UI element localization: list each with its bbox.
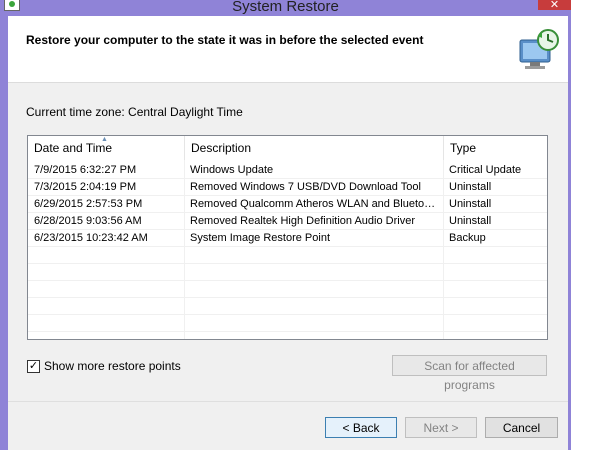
row-description: Removed Qualcomm Atheros WLAN and Blueto… xyxy=(190,198,440,210)
show-more-checkbox[interactable]: ✓ xyxy=(27,359,40,373)
row-type: Uninstall xyxy=(449,181,492,193)
timezone-label: Current time zone: Central Daylight Time xyxy=(26,105,243,119)
footer-divider xyxy=(8,401,568,402)
table-row[interactable]: 7/3/2015 2:04:19 PM Removed Windows 7 US… xyxy=(28,179,547,196)
row-description: Windows Update xyxy=(190,164,274,176)
row-date: 6/28/2015 9:03:56 AM xyxy=(34,215,142,227)
row-type: Backup xyxy=(449,232,486,244)
window-frame: System Restore ✕ Restore your computer t… xyxy=(0,0,571,450)
empty-row xyxy=(28,247,547,264)
row-date: 6/23/2015 10:23:42 AM xyxy=(34,232,148,244)
row-date: 7/9/2015 6:32:27 PM xyxy=(34,164,137,176)
empty-row xyxy=(28,298,547,315)
header-text: Restore your computer to the state it wa… xyxy=(26,33,424,47)
row-type: Uninstall xyxy=(449,198,492,210)
close-button[interactable]: ✕ xyxy=(538,0,571,11)
column-header-type[interactable]: Type xyxy=(444,136,547,160)
sort-ascending-icon: ▲ xyxy=(101,136,108,143)
back-button[interactable]: < Back xyxy=(325,417,397,438)
dialog-client: Restore your computer to the state it wa… xyxy=(8,16,568,450)
empty-row xyxy=(28,315,547,332)
table-row[interactable]: 6/29/2015 2:57:53 PM Removed Qualcomm At… xyxy=(28,196,547,213)
row-description: Removed Realtek High Definition Audio Dr… xyxy=(190,215,415,227)
system-restore-icon xyxy=(519,29,559,69)
column-header-description[interactable]: Description xyxy=(185,136,444,160)
table-row[interactable]: 6/23/2015 10:23:42 AM System Image Resto… xyxy=(28,230,547,247)
window-title: System Restore xyxy=(232,0,339,15)
restore-points-list[interactable]: Date and Time ▲ Description Type 7/9/201… xyxy=(27,135,548,340)
row-description: System Image Restore Point xyxy=(190,232,331,244)
row-type: Uninstall xyxy=(449,215,492,227)
scan-affected-programs-button[interactable]: Scan for affected programs xyxy=(392,355,547,392)
table-row[interactable]: 6/28/2015 9:03:56 AM Removed Realtek Hig… xyxy=(28,213,547,230)
cancel-button[interactable]: Cancel xyxy=(485,417,558,438)
wizard-header: Restore your computer to the state it wa… xyxy=(8,16,568,83)
row-type: Critical Update xyxy=(449,164,522,176)
empty-row xyxy=(28,281,547,298)
show-more-label[interactable]: Show more restore points xyxy=(44,359,181,373)
table-row[interactable]: 7/9/2015 6:32:27 PM Windows Update Criti… xyxy=(28,162,547,179)
empty-row xyxy=(28,264,547,281)
row-date: 6/29/2015 2:57:53 PM xyxy=(34,198,143,210)
next-button[interactable]: Next > xyxy=(405,417,477,438)
row-date: 7/3/2015 2:04:19 PM xyxy=(34,181,137,193)
title-bar: System Restore ✕ xyxy=(0,0,571,16)
show-more-restore-points[interactable]: ✓ Show more restore points xyxy=(27,358,181,374)
row-description: Removed Windows 7 USB/DVD Download Tool xyxy=(190,181,421,193)
